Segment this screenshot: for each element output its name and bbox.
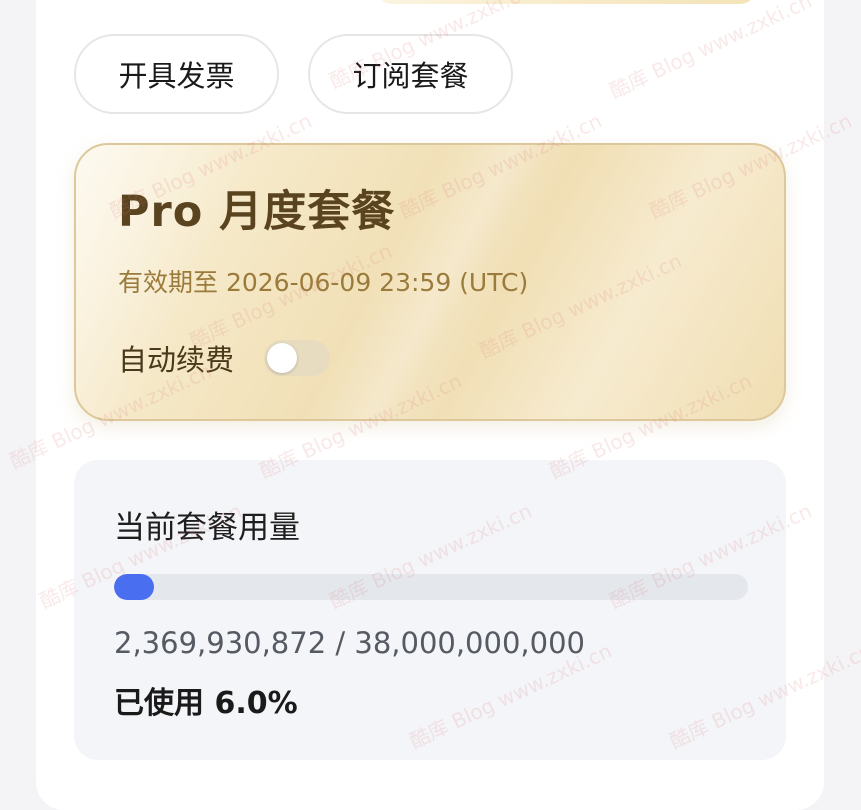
usage-percent: 已使用 6.0% <box>114 686 298 721</box>
usage-progress-bar <box>114 574 748 600</box>
usage-card: 当前套餐用量 2,369,930,872 / 38,000,000,000 已使… <box>74 460 786 760</box>
plan-title: Pro 月度套餐 <box>118 187 396 237</box>
auto-renew-row: 自动续费 <box>118 337 331 379</box>
auto-renew-label: 自动续费 <box>118 343 235 377</box>
auto-renew-toggle[interactable] <box>264 340 331 376</box>
usage-progress-fill <box>114 574 154 600</box>
issue-invoice-button[interactable]: 开具发票 <box>74 34 279 114</box>
usage-title: 当前套餐用量 <box>114 510 300 546</box>
toggle-knob <box>267 343 298 373</box>
plan-card: Pro 月度套餐 有效期至 2026-06-09 23:59 (UTC) 自动续… <box>74 143 786 421</box>
usage-count: 2,369,930,872 / 38,000,000,000 <box>114 626 585 660</box>
subscribe-plan-button[interactable]: 订阅套餐 <box>308 34 513 114</box>
plan-expiry: 有效期至 2026-06-09 23:59 (UTC) <box>118 268 529 297</box>
previous-card-edge <box>376 0 756 4</box>
